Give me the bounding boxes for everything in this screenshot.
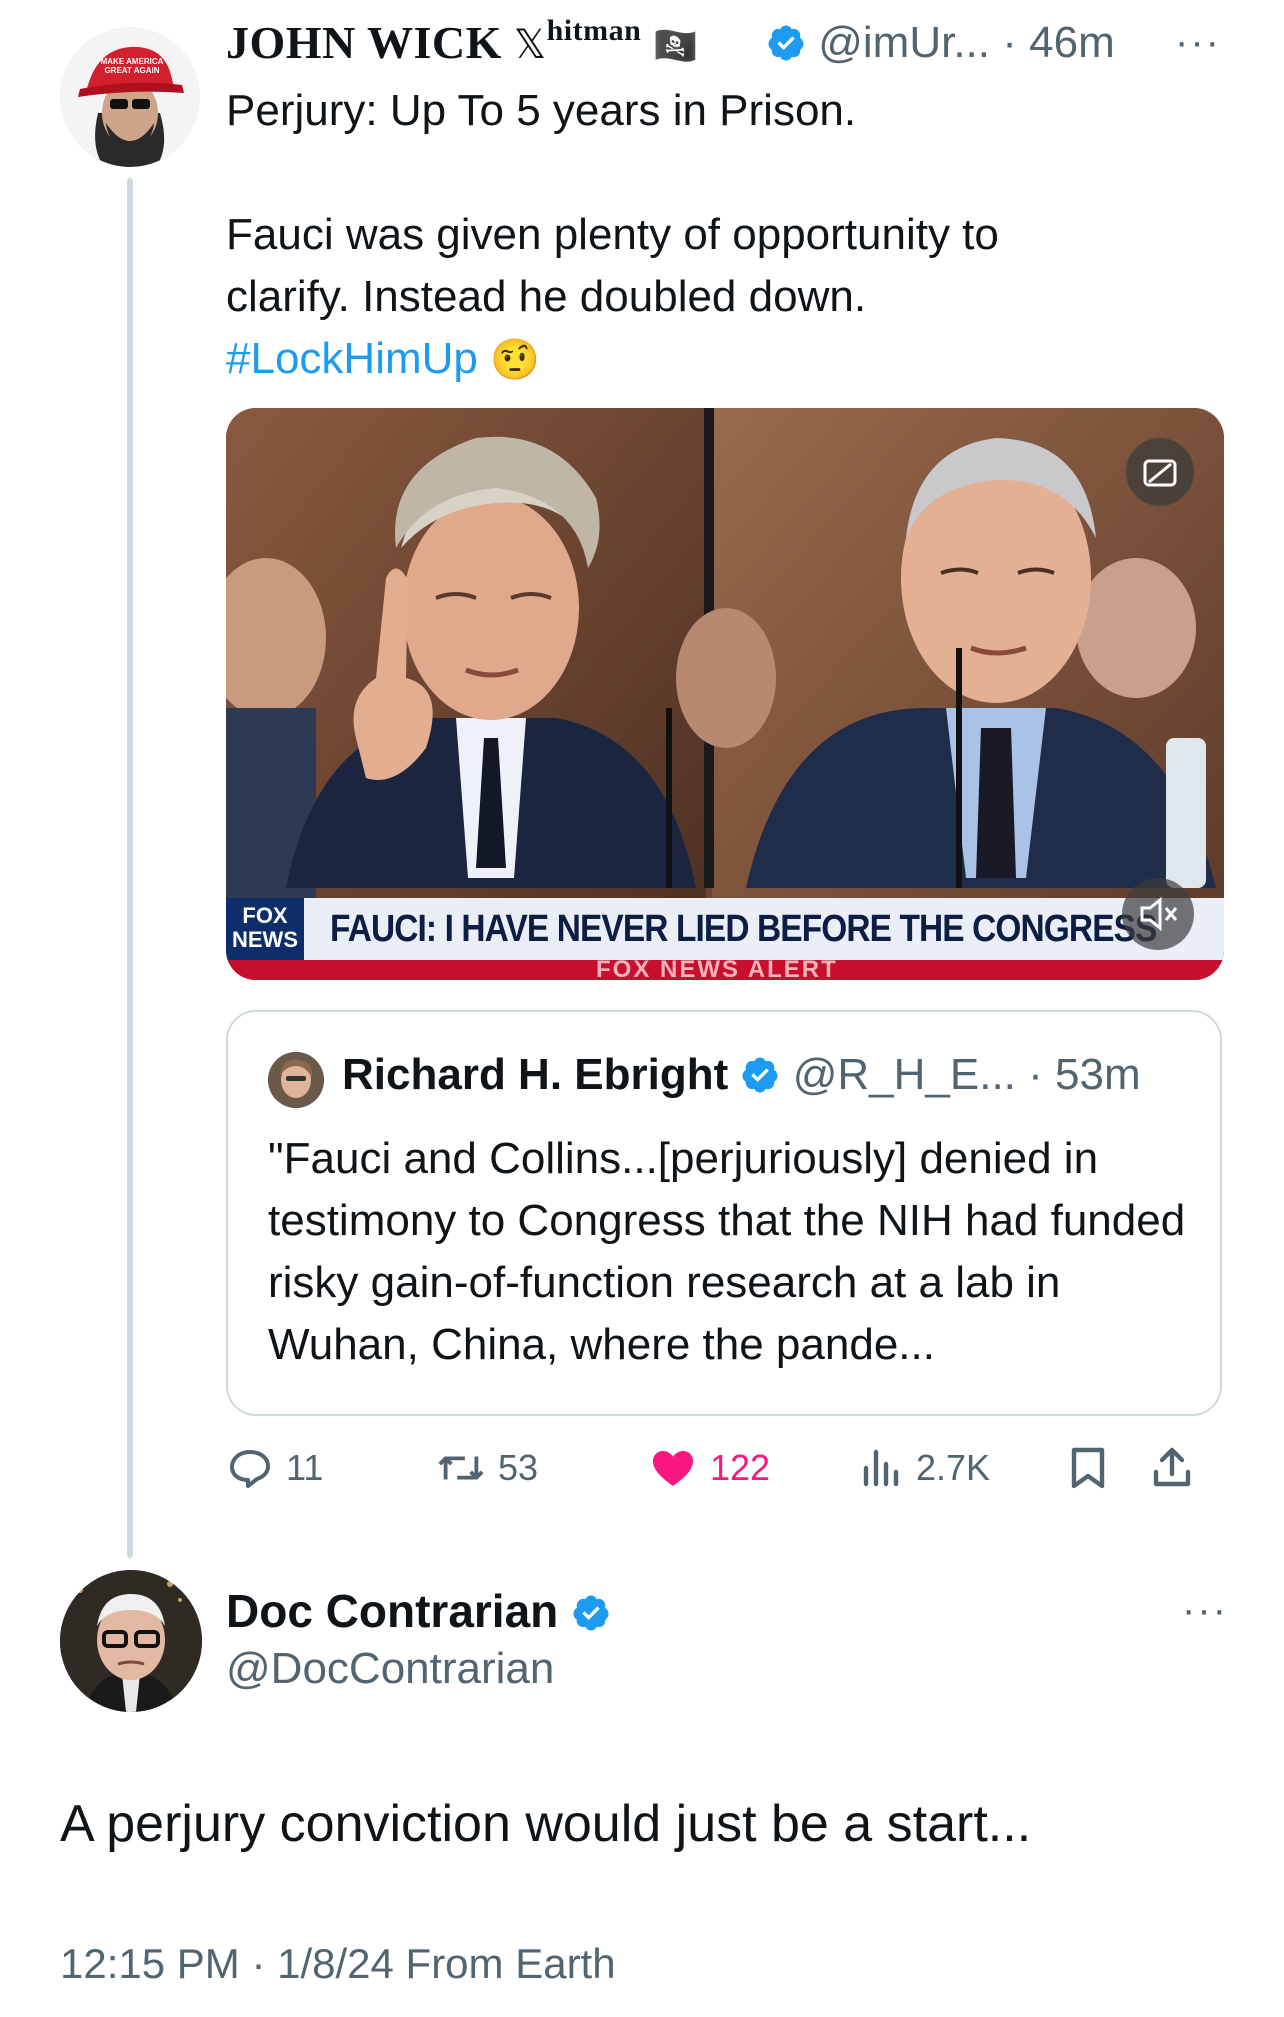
quote-header: Richard H. Ebright @R_H_E... · 53m [342, 1050, 1141, 1100]
tweet-text: Perjury: Up To 5 years in Prison. Fauci … [226, 80, 1226, 391]
tweet-text-line: Perjury: Up To 5 years in Prison. [226, 86, 857, 135]
avatar-image [60, 27, 200, 167]
more-options-icon[interactable]: ··· [1175, 20, 1221, 65]
like-count: 122 [710, 1447, 771, 1488]
raised-eyebrow-emoji: 🤨 [490, 337, 540, 383]
bookmark-icon [1071, 1447, 1105, 1489]
author-name-text: JOHN WICK [226, 17, 502, 68]
like-button[interactable]: 122 [648, 1438, 770, 1498]
quote-author-name[interactable]: Richard H. Ebright [342, 1050, 728, 1099]
bookmark-button[interactable] [1066, 1438, 1110, 1498]
repost-button[interactable]: 53 [436, 1438, 538, 1498]
reply-more-options-icon[interactable]: ··· [1182, 1588, 1228, 1633]
views-icon [863, 1449, 899, 1487]
reply-author-name[interactable]: Doc Contrarian [226, 1584, 611, 1638]
verified-badge-icon [573, 1595, 609, 1631]
repost-icon [438, 1456, 484, 1480]
captions-icon [1143, 459, 1177, 487]
reply-button[interactable]: 11 [226, 1438, 323, 1498]
chyron-text: FAUCI: I HAVE NEVER LIED BEFORE THE CONG… [330, 908, 1157, 950]
news-chyron: FOX NEWS FAUCI: I HAVE NEVER LIED BEFORE… [226, 898, 1224, 960]
alert-text: FOX NEWS ALERT [596, 956, 838, 980]
author-name[interactable]: JOHN WICK 𝕏hitman 🏴‍☠️ [226, 14, 699, 69]
fox-news-logo: FOX NEWS [226, 898, 304, 960]
tweet-video[interactable]: FOX NEWS FAUCI: I HAVE NEVER LIED BEFORE… [226, 408, 1224, 980]
reply-icon [230, 1450, 270, 1488]
verified-badge-icon [768, 25, 804, 61]
liked-heart-icon [653, 1451, 693, 1486]
author-suffix: hitman [546, 14, 642, 47]
author-avatar[interactable]: MAKE AMERICA GREAT AGAIN [60, 27, 200, 167]
view-count: 2.7K [916, 1447, 991, 1488]
captions-toggle-button[interactable] [1126, 438, 1194, 506]
quote-time: · 53m [1028, 1050, 1141, 1099]
share-icon [1153, 1447, 1191, 1487]
video-frame [226, 408, 1224, 980]
reply-avatar-image [60, 1570, 202, 1712]
author-handle[interactable]: @imUr... [818, 18, 990, 67]
quoted-tweet[interactable]: Richard H. Ebright @R_H_E... · 53m "Fauc… [226, 1010, 1222, 1416]
reply-author-handle[interactable]: @DocContrarian [226, 1644, 554, 1694]
hashtag-link[interactable]: #LockHimUp [226, 334, 478, 383]
reply-author-avatar[interactable] [60, 1570, 202, 1712]
tweet-text-line: clarify. Instead he doubled down. [226, 272, 867, 321]
unmute-button[interactable] [1122, 878, 1194, 950]
alert-band: FOX NEWS ALERT [226, 956, 1224, 980]
verified-badge-icon [742, 1057, 778, 1093]
reply-count: 11 [286, 1447, 324, 1488]
repost-count: 53 [498, 1447, 539, 1488]
quote-author-handle: @R_H_E... [792, 1050, 1016, 1099]
views-button[interactable]: 2.7K [860, 1438, 990, 1498]
tweet-text-line: Fauci was given plenty of opportunity to [226, 210, 999, 259]
hat-text: MAKE AMERICA GREAT AGAIN [100, 57, 164, 75]
reply-timestamp[interactable]: 12:15 PM · 1/8/24 From Earth [60, 1940, 616, 1988]
thread-line [127, 178, 133, 1558]
muted-speaker-icon [1140, 896, 1178, 932]
quote-author-avatar [268, 1052, 324, 1108]
tweet-actions: 11 53 122 2.7K [226, 1438, 1226, 1498]
pirate-flag-icon: 🏴‍☠️ [653, 26, 699, 67]
quote-avatar-image [268, 1052, 324, 1108]
author-meta: @imUr... · 46m [766, 18, 1115, 68]
tweet-time[interactable]: · 46m [1002, 18, 1114, 67]
quote-text: "Fauci and Collins...[perjuriously] deni… [268, 1134, 1186, 1369]
x-logo-icon: 𝕏 [513, 22, 547, 68]
reply-author-name-text: Doc Contrarian [226, 1585, 559, 1637]
reply-text: A perjury conviction would just be a sta… [60, 1795, 1032, 1853]
share-button[interactable] [1148, 1438, 1196, 1498]
